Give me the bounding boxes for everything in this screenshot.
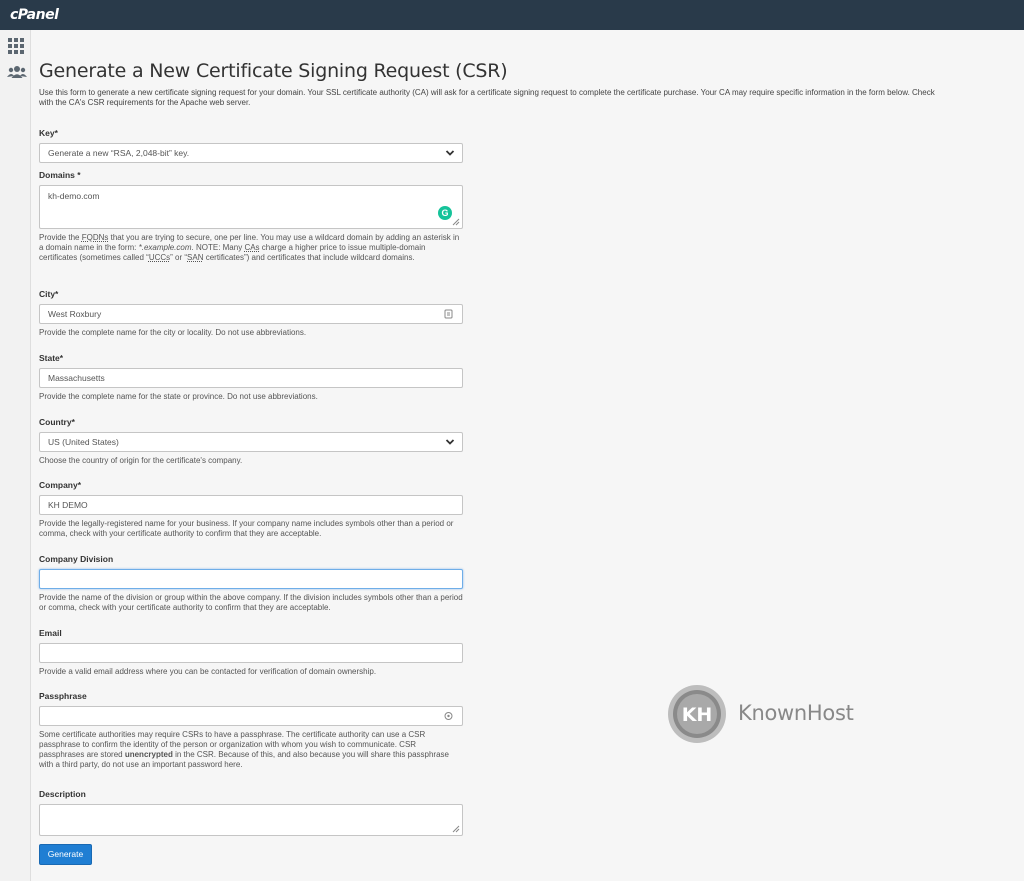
state-group: State* Massachusetts Provide the complet… bbox=[39, 353, 469, 402]
division-help: Provide the name of the division or grou… bbox=[39, 593, 463, 612]
fqdns-abbr: FQDNs bbox=[81, 233, 109, 242]
key-select-value: Generate a new “RSA, 2,048-bit” key. bbox=[48, 148, 190, 158]
page-title: Generate a New Certificate Signing Reque… bbox=[39, 60, 508, 82]
grammarly-icon[interactable]: G bbox=[438, 206, 452, 220]
domains-textarea[interactable]: kh-demo.com G bbox=[39, 185, 463, 229]
knownhost-brand-text: KnownHost bbox=[738, 701, 854, 725]
cpanel-logo[interactable]: cPanel bbox=[10, 7, 59, 23]
country-label: Country* bbox=[39, 417, 75, 427]
top-bar: cPanel bbox=[0, 0, 1024, 30]
company-help: Provide the legally-registered name for … bbox=[39, 519, 454, 538]
state-label: State* bbox=[39, 353, 64, 363]
domains-group: Domains * kh-demo.com G Provide the FQDN… bbox=[39, 170, 469, 263]
company-value: KH DEMO bbox=[48, 500, 88, 510]
email-group: Email Provide a valid email address wher… bbox=[39, 628, 469, 677]
country-select[interactable]: US (United States) bbox=[39, 432, 463, 452]
page-intro: Use this form to generate a new certific… bbox=[39, 88, 935, 107]
city-label: City* bbox=[39, 289, 59, 299]
cas-abbr: CAs bbox=[244, 243, 260, 252]
resize-handle-icon[interactable] bbox=[452, 218, 460, 226]
state-help: Provide the complete name for the state … bbox=[39, 392, 318, 401]
city-input[interactable]: West Roxbury bbox=[39, 304, 463, 324]
key-label: Key* bbox=[39, 128, 58, 138]
passphrase-label: Passphrase bbox=[39, 691, 87, 701]
description-group: Description bbox=[39, 789, 469, 836]
division-input[interactable] bbox=[39, 569, 463, 589]
autofill-icon[interactable] bbox=[444, 309, 453, 319]
division-label: Company Division bbox=[39, 554, 114, 564]
company-input[interactable]: KH DEMO bbox=[39, 495, 463, 515]
password-manager-icon[interactable] bbox=[444, 711, 453, 721]
domains-value: kh-demo.com bbox=[48, 191, 100, 201]
company-label: Company* bbox=[39, 480, 82, 490]
company-group: Company* KH DEMO Provide the legally-reg… bbox=[39, 480, 469, 539]
passphrase-group: Passphrase Some certificate authorities … bbox=[39, 691, 469, 770]
chevron-down-icon bbox=[445, 150, 455, 156]
email-help: Provide a valid email address where you … bbox=[39, 667, 377, 676]
email-label: Email bbox=[39, 628, 62, 638]
generate-button[interactable]: Generate bbox=[39, 844, 92, 865]
state-value: Massachusetts bbox=[48, 373, 105, 383]
city-group: City* West Roxbury Provide the complete … bbox=[39, 289, 469, 338]
resize-handle-icon[interactable] bbox=[452, 825, 460, 833]
state-input[interactable]: Massachusetts bbox=[39, 368, 463, 388]
knownhost-watermark: KH KnownHost bbox=[666, 683, 906, 745]
san-abbr: SAN bbox=[187, 253, 204, 262]
city-value: West Roxbury bbox=[48, 309, 102, 319]
chevron-down-icon bbox=[445, 439, 455, 445]
country-help: Choose the country of origin for the cer… bbox=[39, 456, 243, 465]
svg-text:KH: KH bbox=[682, 704, 713, 726]
country-value: US (United States) bbox=[48, 437, 119, 447]
division-group: Company Division Provide the name of the… bbox=[39, 554, 469, 613]
knownhost-logo-icon: KH bbox=[668, 685, 726, 743]
passphrase-input[interactable] bbox=[39, 706, 463, 726]
domains-help: Provide the FQDNs that you are trying to… bbox=[39, 233, 460, 262]
users-icon[interactable] bbox=[7, 65, 27, 81]
description-textarea[interactable] bbox=[39, 804, 463, 836]
key-group: Key* Generate a new “RSA, 2,048-bit” key… bbox=[39, 128, 469, 163]
page-header: Generate a New Certificate Signing Reque… bbox=[39, 60, 939, 107]
city-help: Provide the complete name for the city o… bbox=[39, 328, 307, 337]
domains-label: Domains * bbox=[39, 170, 81, 180]
description-label: Description bbox=[39, 789, 86, 799]
passphrase-help: Some certificate authorities may require… bbox=[39, 730, 449, 769]
country-group: Country* US (United States) Choose the c… bbox=[39, 417, 469, 466]
key-select[interactable]: Generate a new “RSA, 2,048-bit” key. bbox=[39, 143, 463, 163]
uccs-abbr: UCCs bbox=[148, 253, 171, 262]
apps-grid-icon[interactable] bbox=[7, 38, 25, 54]
email-input[interactable] bbox=[39, 643, 463, 663]
sidebar bbox=[0, 30, 31, 881]
